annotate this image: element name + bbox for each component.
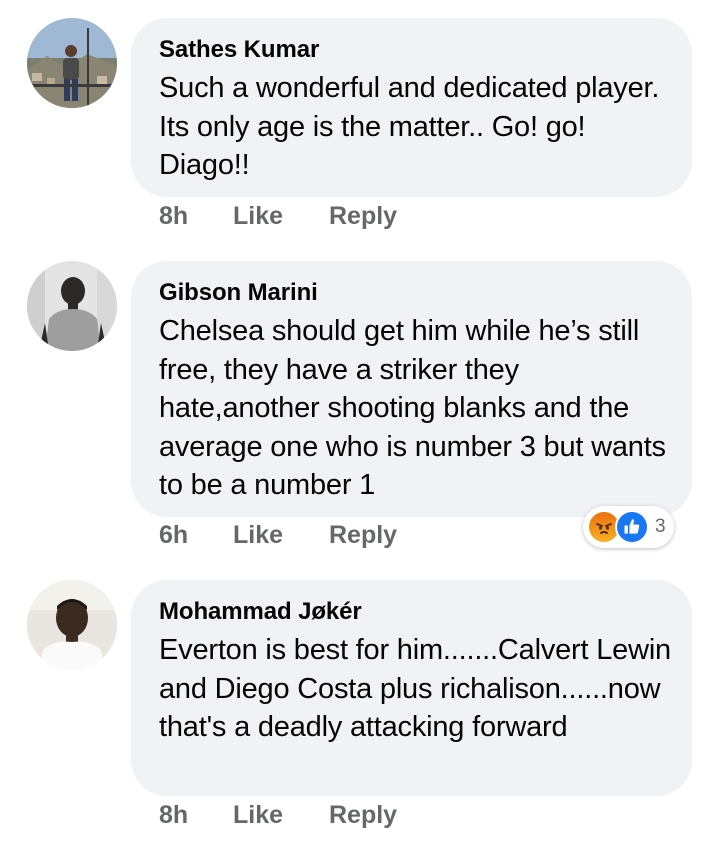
reply-button[interactable]: Reply	[329, 521, 397, 550]
avatar[interactable]	[27, 580, 117, 670]
comment-actions: 8h Like Reply	[159, 202, 397, 231]
comment-actions: 8h Like Reply	[159, 801, 397, 830]
comment-text: Everton is best for him.......Calvert Le…	[159, 634, 671, 743]
like-button[interactable]: Like	[233, 202, 329, 231]
comment-author[interactable]: Mohammad Jøkér	[159, 597, 672, 627]
reply-button[interactable]: Reply	[329, 801, 397, 830]
like-thumb-icon	[615, 510, 649, 544]
avatar-photo	[27, 580, 117, 670]
like-button[interactable]: Like	[233, 801, 329, 830]
comment-author[interactable]: Sathes Kumar	[159, 35, 672, 65]
comment-bubble: Sathes Kumar Such a wonderful and dedica…	[131, 18, 692, 197]
comment-bubble: Mohammad Jøkér Everton is best for him..…	[131, 580, 692, 796]
avatar[interactable]	[27, 18, 117, 108]
like-button[interactable]: Like	[233, 521, 329, 550]
comment-time[interactable]: 8h	[159, 801, 233, 830]
comment-actions: 6h Like Reply	[159, 521, 397, 550]
avatar-photo	[27, 261, 117, 351]
avatar-photo	[27, 18, 117, 108]
comment-bubble: Gibson Marini Chelsea should get him whi…	[131, 261, 692, 517]
comment-time[interactable]: 8h	[159, 202, 233, 231]
comment-text: Chelsea should get him while he’s still …	[159, 315, 666, 501]
comment-time[interactable]: 6h	[159, 521, 233, 550]
reply-button[interactable]: Reply	[329, 202, 397, 231]
avatar[interactable]	[27, 261, 117, 351]
reactions-badge[interactable]: 3	[583, 506, 674, 548]
reaction-count: 3	[655, 516, 666, 537]
comment-item: Sathes Kumar Such a wonderful and dedica…	[0, 0, 720, 240]
comment-author[interactable]: Gibson Marini	[159, 278, 672, 308]
comment-text: Such a wonderful and dedicated player. I…	[159, 72, 660, 181]
